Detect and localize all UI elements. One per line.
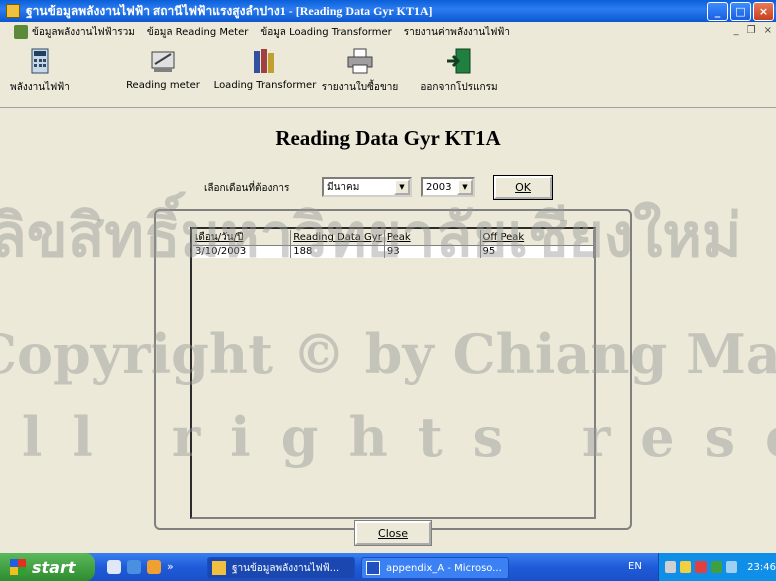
taskbar: start » ฐานข้อมูลพลังงานไฟฟ้... appendix…: [0, 553, 776, 581]
menu-bar: ข้อมูลพลังงานไฟฟ้ารวม ข้อมูล Reading Met…: [0, 22, 776, 42]
close-button[interactable]: Close: [354, 520, 432, 546]
desktop-icon[interactable]: [107, 560, 121, 574]
tray-monitor-icon[interactable]: [725, 561, 738, 573]
quick-launch: »: [107, 560, 174, 574]
internet-explorer-icon[interactable]: [127, 560, 141, 574]
month-select-label: เลือกเดือนที่ต้องการ: [204, 183, 290, 194]
word-icon: [366, 561, 380, 575]
mdi-close-button[interactable]: ×: [764, 25, 772, 36]
maximize-button[interactable]: □: [730, 2, 751, 21]
ok-button[interactable]: OK: [493, 175, 553, 200]
minimize-button[interactable]: _: [707, 2, 728, 21]
window-controls: _ □ ×: [707, 2, 774, 21]
menu-loading-transformer[interactable]: ข้อมูล Loading Transformer: [260, 25, 391, 40]
column-header-reading[interactable]: Reading Data Gyr: [290, 230, 385, 246]
menu-energy-report[interactable]: รายงานค่าพลังงานไฟฟ้า: [404, 25, 510, 40]
main-panel: Reading Data Gyr KT1A เลือกเดือนที่ต้องก…: [0, 109, 776, 550]
volume-icon[interactable]: [680, 561, 692, 573]
table-row[interactable]: 3/10/2003 188 93 95: [193, 245, 594, 258]
window-title: ฐานข้อมูลพลังงานไฟฟ้า สถานีไฟฟ้าแรงสูงลำ…: [26, 3, 433, 18]
toolbar-loading-transformer-label: Loading Transformer: [213, 80, 317, 91]
year-dropdown[interactable]: 2003 ▼: [421, 177, 475, 197]
system-tray: 23:46: [658, 553, 776, 581]
chevron-down-icon[interactable]: ▼: [394, 179, 410, 195]
mdi-minimize-button[interactable]: _: [734, 25, 739, 36]
close-window-button[interactable]: ×: [753, 2, 774, 21]
toolbar-reading-meter-button[interactable]: Reading meter: [108, 46, 218, 91]
toolbar-report-label: รายงานใบซื้อขาย: [321, 82, 399, 93]
month-dropdown[interactable]: มีนาคม ▼: [322, 177, 412, 197]
data-grid[interactable]: เดือน/วัน/ปี Reading Data Gyr Peak Off P…: [190, 227, 596, 519]
chevron-down-icon[interactable]: ▼: [457, 179, 473, 195]
mdi-controls: _ ❐ ×: [734, 25, 772, 36]
column-header-off-peak[interactable]: Off Peak: [480, 230, 594, 246]
calculator-icon: [25, 46, 55, 76]
start-button[interactable]: start: [0, 553, 95, 581]
toolbar-energy-label: พลังงานไฟฟ้า: [10, 82, 70, 93]
cell-reading[interactable]: 188: [290, 245, 385, 258]
taskbar-item-database-label: ฐานข้อมูลพลังงานไฟฟ้...: [232, 562, 340, 574]
windows-logo-icon: [10, 559, 26, 575]
toolbar-exit-button[interactable]: ออกจากโปรแกรม: [404, 46, 514, 95]
page-title: Reading Data Gyr KT1A: [275, 126, 501, 150]
title-bar[interactable]: ฐานข้อมูลพลังงานไฟฟ้า สถานีไฟฟ้าแรงสูงลำ…: [0, 0, 776, 22]
toolbar: พลังงานไฟฟ้า Reading meter Loading Trans…: [0, 42, 776, 108]
mdi-child-icon: [14, 25, 28, 39]
tray-app-icon[interactable]: [710, 561, 722, 573]
desktop: ฐานข้อมูลพลังงานไฟฟ้า สถานีไฟฟ้าแรงสูงลำ…: [0, 0, 776, 581]
taskbar-item-database[interactable]: ฐานข้อมูลพลังงานไฟฟ้...: [207, 557, 355, 579]
taskbar-item-word-label: appendix_A - Microso...: [386, 562, 502, 574]
books-icon: [250, 46, 280, 76]
meter-icon: [148, 46, 178, 76]
clock[interactable]: 23:46: [747, 562, 776, 573]
toolbar-report-button[interactable]: รายงานใบซื้อขาย: [305, 46, 415, 95]
cell-date[interactable]: 3/10/2003: [193, 245, 292, 258]
toolbar-exit-label: ออกจากโปรแกรม: [420, 82, 498, 93]
exit-icon: [444, 46, 474, 76]
quick-launch-chevron[interactable]: »: [167, 560, 174, 574]
toolbar-energy-button[interactable]: พลังงานไฟฟ้า: [0, 46, 95, 95]
month-dropdown-value: มีนาคม: [327, 181, 360, 193]
table-header-row: เดือน/วัน/ปี Reading Data Gyr Peak Off P…: [193, 230, 594, 246]
mdi-restore-button[interactable]: ❐: [747, 25, 756, 36]
close-button-label: Close: [378, 526, 408, 540]
year-dropdown-value: 2003: [426, 181, 452, 193]
menu-energy-total[interactable]: ข้อมูลพลังงานไฟฟ้ารวม: [32, 25, 135, 40]
cell-peak[interactable]: 93: [384, 245, 481, 258]
toolbar-loading-transformer-button[interactable]: Loading Transformer: [210, 46, 320, 91]
app-icon: [212, 561, 226, 575]
start-label: start: [32, 557, 76, 577]
data-table: เดือน/วัน/ปี Reading Data Gyr Peak Off P…: [193, 230, 594, 258]
column-header-date[interactable]: เดือน/วัน/ปี: [193, 230, 292, 246]
language-indicator[interactable]: EN: [628, 561, 642, 572]
printer-icon: [345, 46, 375, 76]
messenger-icon[interactable]: [147, 560, 161, 574]
column-header-peak[interactable]: Peak: [384, 230, 481, 246]
cell-off-peak[interactable]: 95: [480, 245, 594, 258]
antivirus-icon[interactable]: [695, 561, 707, 573]
toolbar-reading-meter-label: Reading meter: [126, 80, 200, 91]
menu-reading-meter[interactable]: ข้อมูล Reading Meter: [147, 25, 248, 40]
taskbar-item-word[interactable]: appendix_A - Microso...: [361, 557, 509, 579]
network-icon[interactable]: [665, 561, 677, 573]
app-icon: [6, 4, 20, 18]
